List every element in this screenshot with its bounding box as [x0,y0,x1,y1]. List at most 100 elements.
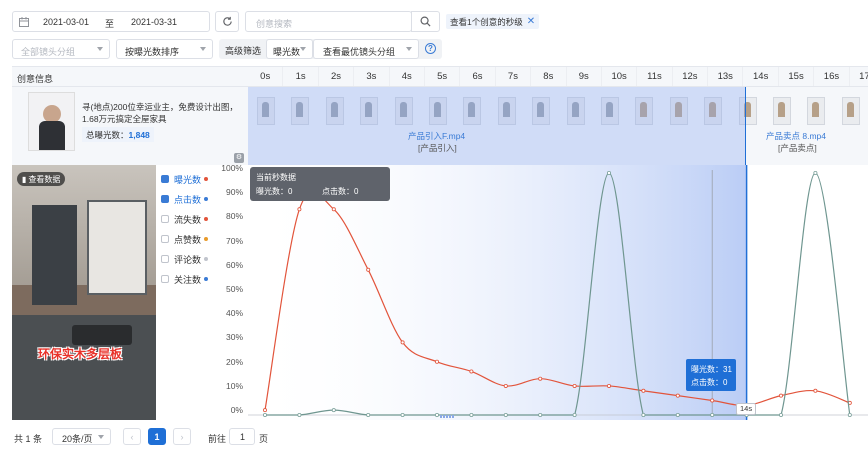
legend-item-0[interactable]: 曝光数 [161,172,209,186]
sort-select[interactable]: 按曝光数排序 [116,39,213,59]
series-1-point-1[interactable] [297,412,302,417]
timeline-second-14[interactable]: 14s [743,67,779,86]
series-0-point-9[interactable] [572,383,577,388]
series-0-point-10[interactable] [606,383,611,388]
page-number-current[interactable]: 1 [148,428,166,445]
next-page-button[interactable]: › [173,428,191,445]
series-0-point-6[interactable] [469,369,474,374]
series-1-point-2[interactable] [331,408,336,413]
legend-item-2[interactable]: 流失数 [161,212,209,226]
series-1-point-9[interactable] [572,412,577,417]
series-0-point-5[interactable] [434,359,439,364]
checkbox-icon[interactable] [161,275,169,283]
checkbox-icon[interactable] [161,235,169,243]
series-0-point-7[interactable] [503,383,508,388]
series-1-point-5[interactable] [434,412,439,417]
series-0-point-15[interactable] [779,393,784,398]
checkbox-icon[interactable] [161,215,169,223]
timeline-second-6[interactable]: 6s [460,67,496,86]
series-0-point-13[interactable] [710,398,715,403]
timeline-second-5[interactable]: 5s [425,67,461,86]
timeline-second-4[interactable]: 4s [390,67,425,86]
metric-select[interactable]: 曝光数 [266,39,313,59]
chart-area[interactable]: 当前秒数据 曝光数：0 点击数：0 曝光数：31 点击数：0 14s [248,165,868,420]
timeline-frame-thumbnail[interactable] [773,97,791,125]
timeline-second-15[interactable]: 15s [779,67,815,86]
legend-item-4[interactable]: 评论数 [161,252,209,266]
series-0-point-3[interactable] [366,267,371,272]
view-data-button[interactable]: ▮ 查看数据 [17,172,66,186]
legend-color-dot [204,257,209,261]
creative-search-input[interactable]: 创意搜索 [245,11,412,32]
series-1-point-11[interactable] [641,412,646,417]
series-1-point-17[interactable] [847,412,852,417]
prev-page-button[interactable]: ‹ [123,428,141,445]
timeline-second-12[interactable]: 12s [673,67,709,86]
legend-item-1[interactable]: 点击数 [161,192,209,206]
timeline-second-17[interactable]: 17s [850,67,868,86]
refresh-button[interactable] [215,11,239,32]
series-1-point-8[interactable] [538,412,543,417]
current-tooltip-title: 当前秒数据 [256,173,296,182]
series-0-point-11[interactable] [641,388,646,393]
timeline-second-3[interactable]: 3s [354,67,390,86]
series-0-point-0[interactable] [262,408,267,413]
timeline-second-9[interactable]: 9s [567,67,602,86]
timeline-second-2[interactable]: 2s [319,67,355,86]
timeline-frame-thumbnail[interactable] [841,97,860,125]
series-1-point-16[interactable] [813,171,818,176]
close-icon[interactable]: ✕ [527,16,535,27]
scroll-handle[interactable] [440,415,454,418]
series-0-point-16[interactable] [813,388,818,393]
timeline-second-16[interactable]: 16s [814,67,850,86]
timeline: 0s 1s 2s 3s 4s 5s 6s 7s 8s 9s 10s 11s 12s 13s 14s 15s 16… [248,66,868,165]
series-1-point-0[interactable] [262,412,267,417]
timeline-second-10[interactable]: 10s [602,67,638,86]
date-end-input[interactable]: 2021-03-31 [131,17,177,27]
series-0-point-12[interactable] [675,393,680,398]
gear-icon[interactable]: ⚙ [234,153,244,163]
hover-tooltip-exposure: 曝光数：31 [691,365,732,374]
series-0-point-2[interactable] [331,207,336,212]
series-1-point-3[interactable] [366,412,371,417]
timeline-frame-thumbnail[interactable] [807,97,826,125]
segment-selection[interactable] [248,87,746,165]
series-1-point-7[interactable] [503,412,508,417]
search-button[interactable] [411,11,440,32]
checkbox-icon[interactable] [161,175,169,183]
segment1-file[interactable]: 产品引入F.mp4 [408,130,465,142]
goto-page-input[interactable]: 1 [229,428,255,445]
page-size-select[interactable]: 20条/页 [52,428,111,445]
date-range-picker[interactable]: 2021-03-01 至 2021-03-31 [12,11,210,32]
line-chart [248,165,868,420]
checkbox-icon[interactable] [161,195,169,203]
segment2-file[interactable]: 产品卖点 8.mp4 [766,130,826,142]
timeline-second-0[interactable]: 0s [248,67,284,86]
series-1-point-10[interactable] [606,171,611,176]
video-preview[interactable]: ▮ 查看数据 环保实木多层板 [12,165,156,420]
help-icon[interactable]: ? [425,43,436,54]
timeline-second-8[interactable]: 8s [531,67,567,86]
creative-thumbnail[interactable] [28,92,75,151]
legend-item-5[interactable]: 关注数 [161,272,209,286]
series-0-point-4[interactable] [400,340,405,345]
series-0-point-8[interactable] [538,376,543,381]
series-1-point-13[interactable] [710,412,715,417]
timeline-second-1[interactable]: 1s [283,67,319,86]
legend-color-dot [204,277,209,281]
timeline-second-13[interactable]: 13s [708,67,744,86]
timeline-second-7[interactable]: 7s [496,67,532,86]
series-1-point-12[interactable] [675,412,680,417]
legend-item-3[interactable]: 点赞数 [161,232,209,246]
date-start-input[interactable]: 2021-03-01 [43,17,89,27]
checkbox-icon[interactable] [161,255,169,263]
timeline-second-11[interactable]: 11s [637,67,673,86]
series-1-point-15[interactable] [779,412,784,417]
series-1-point-4[interactable] [400,412,405,417]
shot-group-select[interactable]: 全部镜头分组 [12,39,110,59]
chevron-down-icon [98,434,104,439]
series-0-point-1[interactable] [297,207,302,212]
segment1-tag: [产品引入] [418,143,457,153]
best-group-select[interactable]: 查看最优镜头分组 [313,39,419,59]
series-1-point-6[interactable] [469,412,474,417]
